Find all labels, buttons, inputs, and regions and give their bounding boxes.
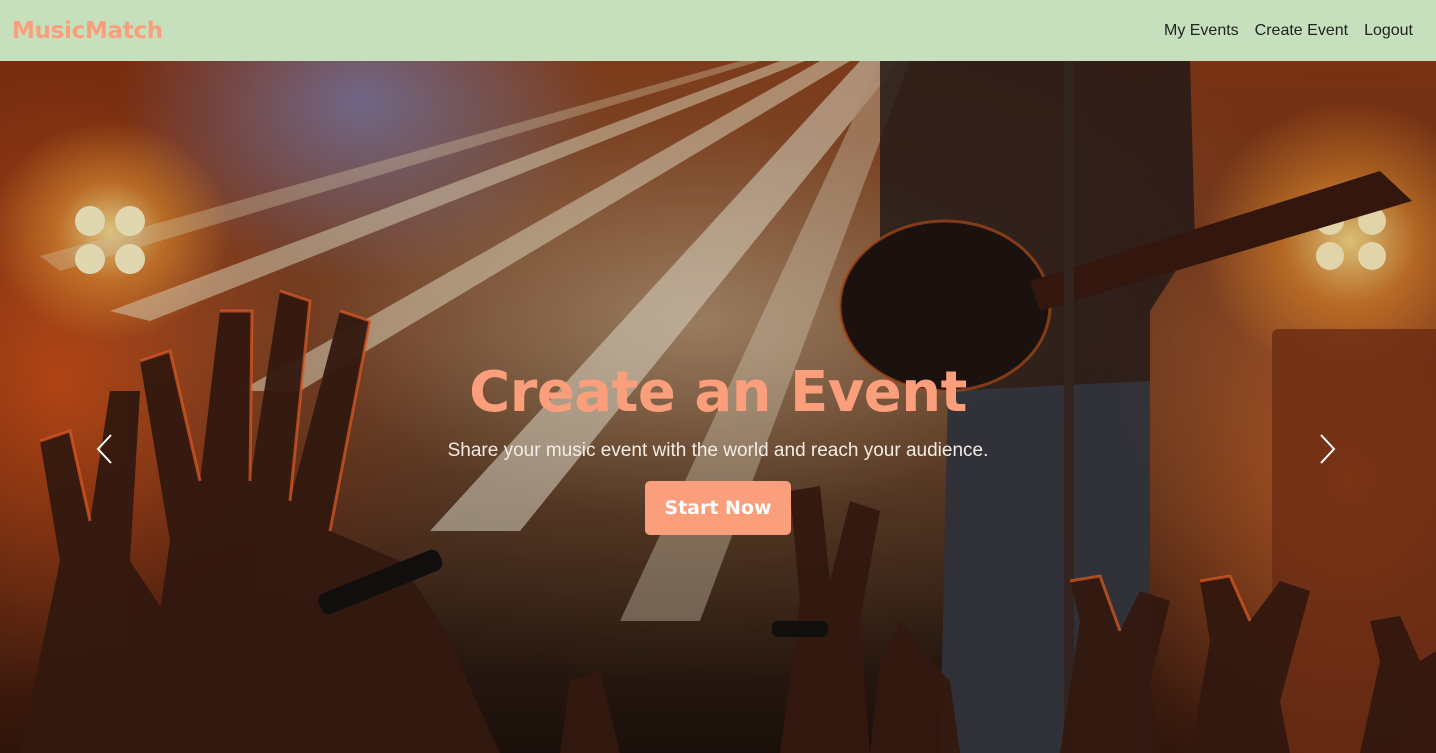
hero-title: Create an Event: [469, 360, 967, 425]
nav-link-create-event[interactable]: Create Event: [1255, 22, 1348, 40]
nav-links: My Events Create Event Logout: [1164, 22, 1424, 40]
start-now-button[interactable]: Start Now: [645, 481, 791, 535]
hero-carousel: Create an Event Share your music event w…: [0, 61, 1436, 753]
hero-caption: Create an Event Share your music event w…: [0, 357, 1436, 535]
nav-link-my-events[interactable]: My Events: [1164, 22, 1239, 40]
hero-subtitle: Share your music event with the world an…: [447, 440, 989, 461]
nav-link-logout[interactable]: Logout: [1364, 22, 1413, 40]
top-navbar: MusicMatch My Events Create Event Logout: [0, 0, 1436, 61]
brand-logo[interactable]: MusicMatch: [12, 18, 163, 44]
